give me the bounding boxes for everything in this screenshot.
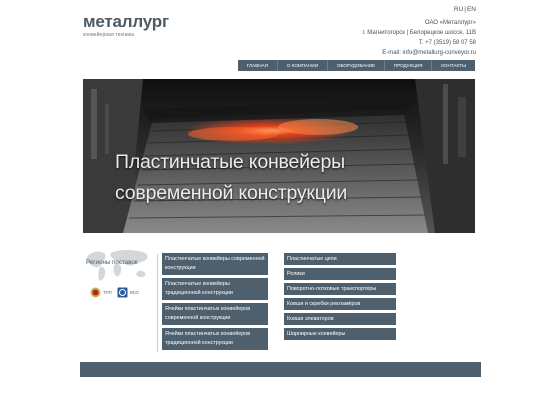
menu-plate-chains[interactable]: Пластинчатые цепи [284, 253, 396, 265]
nav-home[interactable]: Главная [238, 60, 277, 71]
company-address: г. Магнитогорск | Белорецкое шоссе, 11В [362, 30, 477, 36]
menu-rollers[interactable]: Ролики [284, 268, 396, 280]
footer-bar [80, 362, 481, 377]
hero-title: Пластинчатые конвейеры современной конст… [115, 147, 347, 209]
lang-separator: | [464, 6, 466, 13]
product-menu-parts: Пластинчатые цепи Ролики Поворотно-лотко… [284, 253, 396, 343]
cert-iso[interactable]: ИСО [117, 287, 139, 298]
logo-name: металлург [83, 12, 169, 31]
top-navigation: Главная О компании Оборудование Продукци… [238, 60, 475, 71]
menu-reclaimer-buckets[interactable]: Ковши и скребки рекламёров [284, 298, 396, 310]
company-email[interactable]: E-mail: info@metallurg-conveyor.ru [363, 48, 476, 58]
nav-products[interactable]: Продукция [383, 60, 431, 71]
hero-banner: Пластинчатые конвейеры современной конст… [83, 79, 475, 233]
certificates: ТПП ИСО [90, 287, 139, 298]
menu-elevator-buckets[interactable]: Ковши элеваторов [284, 313, 396, 325]
nav-contacts[interactable]: Контакты [431, 60, 475, 71]
company-name: ОАО «Металлург» [424, 20, 476, 26]
company-phone: Т. +7 (3519) 58 07 58 [418, 40, 476, 46]
menu-traditional-conveyor-cells[interactable]: Ячейки пластинчатых конвейеров традицион… [162, 328, 268, 350]
cert-iso-label: ИСО [129, 290, 139, 295]
regions-title: Регионы поставок [86, 259, 138, 266]
nav-about[interactable]: О компании [276, 60, 327, 71]
menu-modern-conveyor-cells[interactable]: Ячейки пластинчатых конвейеров современн… [162, 303, 268, 325]
menu-modern-plate-conveyors[interactable]: Пластинчатые конвейеры современной конст… [162, 253, 268, 275]
menu-traditional-plate-conveyors[interactable]: Пластинчатые конвейеры традиционной конс… [162, 278, 268, 300]
hero-title-line-2: современной конструкции [115, 182, 348, 204]
lang-ru-link[interactable]: RU [454, 6, 463, 13]
menu-swivel-tray-transporters[interactable]: Поворотно-лотковые транспортёры [284, 283, 396, 295]
tpp-emblem-icon [90, 287, 101, 298]
menu-hinged-conveyors[interactable]: Шарнирные конвейеры [284, 328, 396, 340]
iso-emblem-icon [117, 287, 128, 298]
language-switcher: RU|EN [454, 6, 476, 13]
regions-block[interactable]: Регионы поставок [83, 247, 153, 287]
contact-block: ОАО «Металлург» г. Магнитогорск | Белоре… [363, 18, 477, 58]
cert-tpp-label: ТПП [103, 290, 112, 295]
product-menu-conveyors: Пластинчатые конвейеры современной конст… [162, 253, 268, 353]
hero-title-line-1: Пластинчатые конвейеры [115, 151, 345, 173]
logo-tagline: конвейерная техника [83, 32, 135, 38]
column-divider [157, 254, 158, 352]
logo[interactable]: металлург конвейерная техника [83, 12, 169, 39]
lang-en-link[interactable]: EN [467, 6, 476, 13]
cert-tpp[interactable]: ТПП [90, 287, 112, 298]
nav-equipment[interactable]: Оборудование [326, 60, 384, 71]
world-map-icon [86, 250, 148, 281]
